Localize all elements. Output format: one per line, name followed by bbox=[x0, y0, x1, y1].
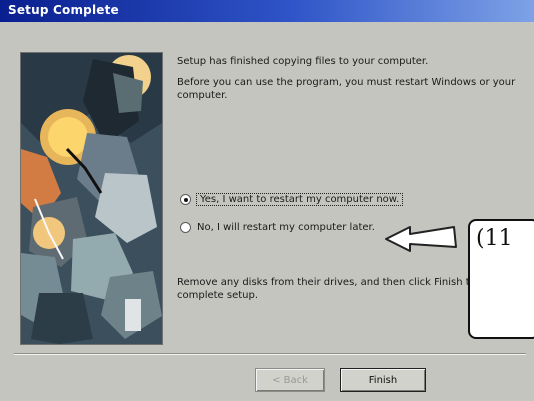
restart-later-option[interactable]: No, I will restart my computer later. bbox=[180, 219, 375, 235]
setup-complete-dialog: Setup Complete Setup has finished copyin… bbox=[0, 0, 534, 401]
restart-required-message: Before you can use the program, you must… bbox=[177, 77, 516, 101]
annotation-callout-box: (11 bbox=[468, 219, 534, 339]
button-separator bbox=[14, 353, 526, 355]
back-button[interactable]: < Back bbox=[255, 368, 325, 392]
restart-later-label[interactable]: No, I will restart my computer later. bbox=[197, 222, 375, 233]
restart-now-label[interactable]: Yes, I want to restart my computer now. bbox=[195, 192, 404, 206]
restart-now-option[interactable]: Yes, I want to restart my computer now. bbox=[180, 191, 404, 207]
callout-text: (11 bbox=[476, 226, 513, 251]
annotation-arrow bbox=[385, 226, 457, 252]
title-bar[interactable]: Setup Complete bbox=[0, 0, 534, 22]
window-title: Setup Complete bbox=[8, 3, 119, 17]
remove-disks-message: Remove any disks from their drives, and … bbox=[177, 277, 476, 301]
restart-later-radio[interactable] bbox=[180, 221, 191, 233]
setup-finished-message: Setup has finished copying files to your… bbox=[177, 56, 429, 67]
restart-now-radio[interactable] bbox=[180, 193, 191, 205]
setup-wizard-illustration bbox=[20, 52, 163, 345]
finish-button[interactable]: Finish bbox=[340, 368, 426, 392]
illustration-art bbox=[21, 53, 162, 344]
